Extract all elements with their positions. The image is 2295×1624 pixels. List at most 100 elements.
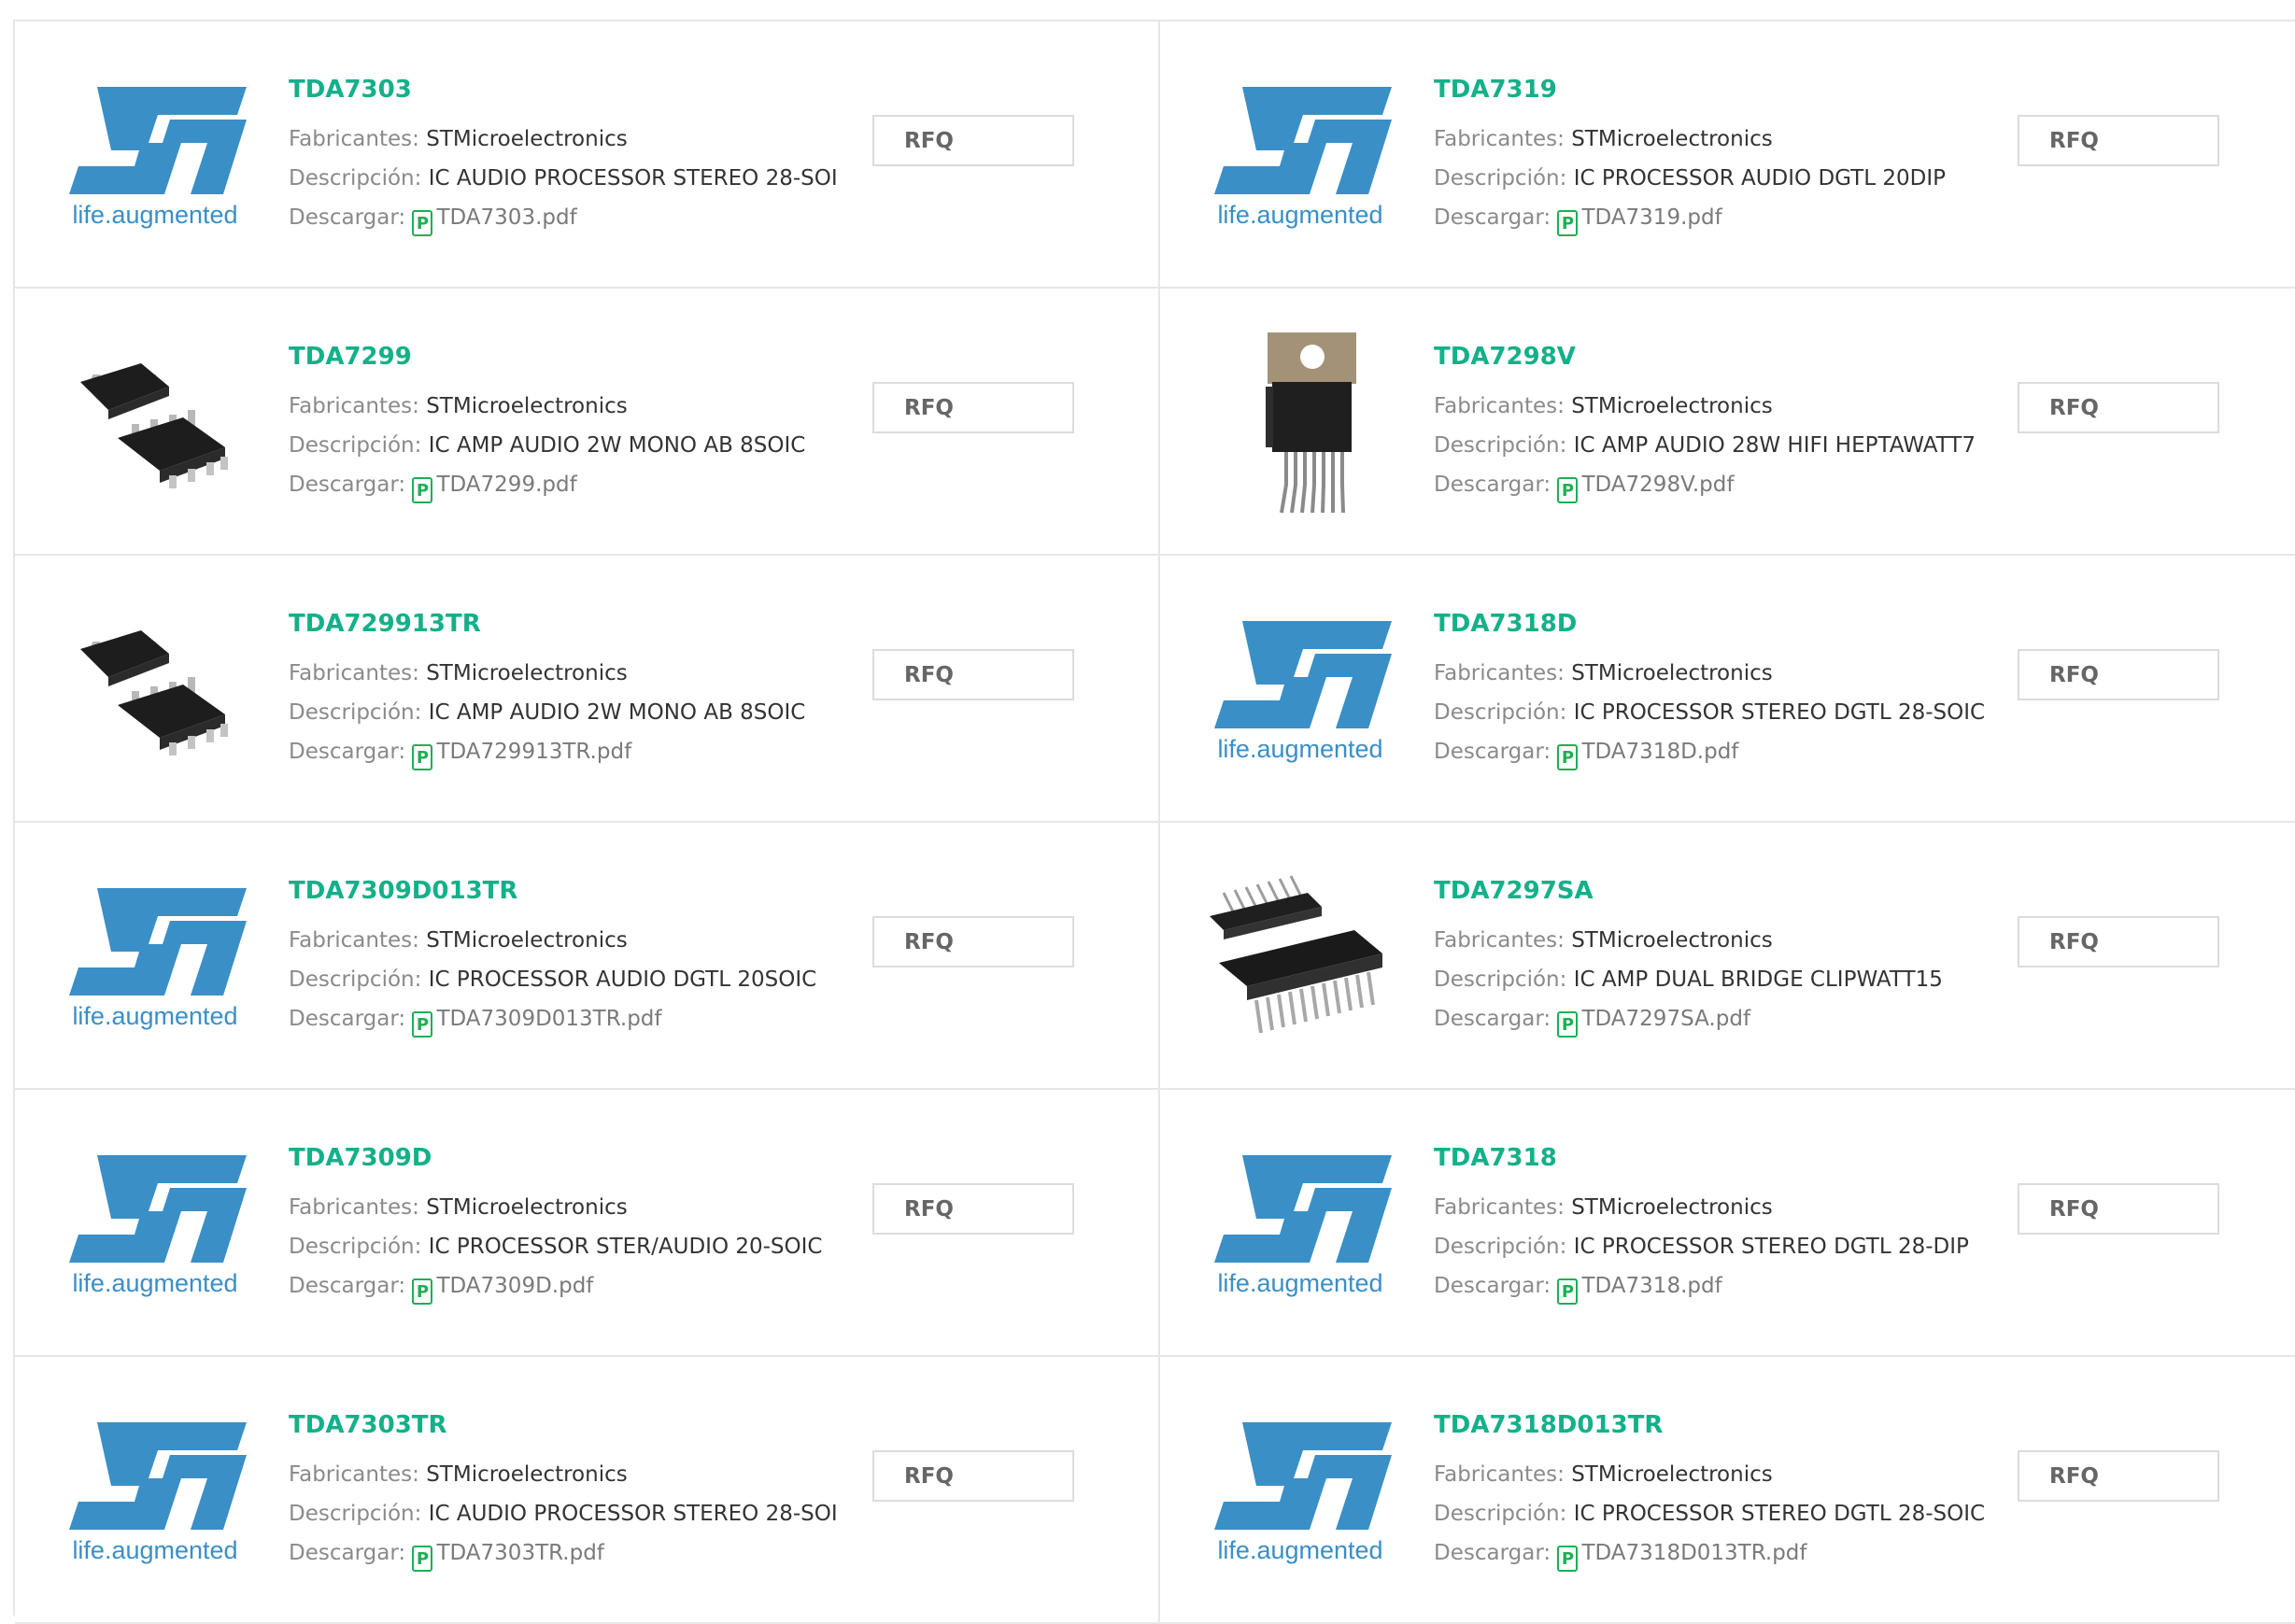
product-image[interactable]: life.augmented	[1202, 1413, 1398, 1572]
product-image[interactable]	[1202, 875, 1398, 1038]
product-image[interactable]: life.augmented	[1202, 612, 1398, 770]
pdf-download-link[interactable]: P TDA7309D.pdf	[412, 1274, 593, 1305]
product-title-link[interactable]: TDA729913TR	[289, 610, 481, 638]
description-value: IC AMP AUDIO 2W MONO AB 8SOIC	[428, 700, 806, 725]
product-title-link[interactable]: TDA7303TR	[289, 1411, 447, 1439]
product-image[interactable]	[57, 345, 253, 503]
manufacturer-label: Fabricantes:	[289, 1462, 419, 1487]
rfq-button[interactable]: RFQ	[872, 1450, 1074, 1502]
description-label: Descripción:	[289, 1235, 422, 1259]
product-card: life.augmented TDA7319 Fabricantes: STMi…	[1160, 21, 2295, 289]
pdf-icon: P	[1557, 1011, 1579, 1038]
manufacturer-line: Fabricantes: STMicroelectronics	[1434, 124, 1773, 154]
logo-tagline: life.augmented	[1217, 1536, 1383, 1564]
description-label: Descripción:	[289, 166, 422, 191]
download-label: Descargar:	[289, 1541, 406, 1565]
download-label: Descargar:	[1434, 205, 1551, 230]
rfq-button[interactable]: RFQ	[2018, 382, 2219, 433]
product-image[interactable]	[57, 612, 253, 770]
logo-tagline: life.augmented	[1217, 735, 1383, 763]
rfq-button[interactable]: RFQ	[872, 382, 1074, 433]
manufacturer-line: Fabricantes: STMicroelectronics	[289, 925, 628, 955]
pdf-download-link[interactable]: P TDA7318D.pdf	[1557, 740, 1738, 770]
pdf-download-link[interactable]: P TDA7297SA.pdf	[1557, 1007, 1750, 1038]
product-title-link[interactable]: TDA7318	[1434, 1144, 1557, 1172]
rfq-button[interactable]: RFQ	[872, 649, 1074, 700]
product-title-link[interactable]: TDA7319	[1434, 76, 1557, 104]
manufacturer-label: Fabricantes:	[1434, 928, 1565, 953]
pdf-filename: TDA7303TR.pdf	[436, 1541, 604, 1565]
description-line: Descripción: IC AMP AUDIO 2W MONO AB 8SO…	[289, 698, 805, 727]
pdf-icon: P	[412, 477, 433, 503]
st-logo: life.augmented	[1205, 1146, 1396, 1305]
manufacturer-label: Fabricantes:	[1434, 661, 1565, 685]
description-value: IC PROCESSOR STEREO DGTL 28-SOIC	[1573, 700, 1986, 725]
logo-tagline: life.augmented	[1217, 1269, 1383, 1297]
st-logo: life.augmented	[1205, 612, 1396, 770]
manufacturer-value: STMicroelectronics	[426, 928, 628, 953]
clipwatt-chip-icon	[1209, 875, 1382, 1034]
description-label: Descripción:	[1434, 166, 1567, 191]
description-line: Descripción: IC PROCESSOR STER/AUDIO 20-…	[289, 1232, 822, 1262]
product-title-link[interactable]: TDA7318D013TR	[1434, 1411, 1663, 1439]
rfq-button[interactable]: RFQ	[872, 1183, 1074, 1235]
product-grid: life.augmented TDA7303 Fabricantes: STMi…	[13, 20, 2295, 1624]
product-title-link[interactable]: TDA7309D	[289, 1144, 432, 1172]
product-image[interactable]: life.augmented	[1202, 78, 1398, 236]
manufacturer-value: STMicroelectronics	[426, 394, 628, 418]
pdf-download-link[interactable]: P TDA729913TR.pdf	[412, 740, 631, 770]
description-label: Descripción:	[1434, 1235, 1567, 1259]
description-value: IC AMP AUDIO 2W MONO AB 8SOIC	[428, 433, 806, 458]
manufacturer-label: Fabricantes:	[289, 127, 419, 151]
pdf-download-link[interactable]: P TDA7318D013TR.pdf	[1557, 1541, 1807, 1572]
product-image[interactable]: life.augmented	[57, 1413, 253, 1572]
logo-tagline: life.augmented	[72, 1269, 238, 1297]
product-image[interactable]: life.augmented	[57, 78, 253, 236]
product-title-link[interactable]: TDA7299	[289, 343, 412, 371]
heptawatt-chip-icon	[1266, 332, 1356, 514]
product-title-link[interactable]: TDA7309D013TR	[289, 877, 517, 905]
download-label: Descargar:	[1434, 740, 1551, 764]
manufacturer-value: STMicroelectronics	[426, 1462, 628, 1487]
pdf-filename: TDA7318.pdf	[1581, 1274, 1722, 1298]
pdf-download-link[interactable]: P TDA7303TR.pdf	[412, 1541, 604, 1572]
manufacturer-label: Fabricantes:	[1434, 1195, 1565, 1220]
pdf-download-link[interactable]: P TDA7298V.pdf	[1557, 473, 1734, 503]
manufacturer-label: Fabricantes:	[289, 1195, 419, 1220]
rfq-button[interactable]: RFQ	[872, 115, 1074, 166]
st-logo: life.augmented	[1205, 78, 1396, 236]
product-image[interactable]: life.augmented	[1202, 1146, 1398, 1305]
pdf-filename: TDA7318D013TR.pdf	[1581, 1541, 1807, 1565]
pdf-download-link[interactable]: P TDA7318.pdf	[1557, 1274, 1722, 1305]
product-image[interactable]: life.augmented	[57, 879, 253, 1038]
pdf-icon: P	[412, 744, 433, 770]
rfq-button[interactable]: RFQ	[2018, 649, 2219, 700]
logo-tagline: life.augmented	[72, 201, 238, 229]
product-title-link[interactable]: TDA7318D	[1434, 610, 1577, 638]
description-line: Descripción: IC AMP AUDIO 28W HIFI HEPTA…	[1434, 431, 1976, 460]
product-title-link[interactable]: TDA7298V	[1434, 343, 1576, 371]
product-image[interactable]	[1202, 332, 1398, 514]
rfq-button[interactable]: RFQ	[2018, 1450, 2219, 1502]
description-value: IC PROCESSOR AUDIO DGTL 20SOIC	[428, 967, 817, 992]
st-logo: life.augmented	[60, 1413, 251, 1572]
pdf-download-link[interactable]: P TDA7303.pdf	[412, 205, 577, 236]
description-value: IC AUDIO PROCESSOR STEREO 28-SOI	[428, 166, 838, 191]
manufacturer-line: Fabricantes: STMicroelectronics	[1434, 391, 1773, 421]
rfq-button[interactable]: RFQ	[2018, 1183, 2219, 1235]
pdf-download-link[interactable]: P TDA7299.pdf	[412, 473, 577, 503]
product-title-link[interactable]: TDA7297SA	[1434, 877, 1594, 905]
pdf-filename: TDA7303.pdf	[436, 205, 577, 230]
manufacturer-value: STMicroelectronics	[1571, 394, 1773, 418]
pdf-download-link[interactable]: P TDA7309D013TR.pdf	[412, 1007, 662, 1038]
product-card: TDA729913TR Fabricantes: STMicroelectron…	[15, 556, 1160, 823]
description-value: IC AMP AUDIO 28W HIFI HEPTAWATT7	[1573, 433, 1976, 458]
pdf-download-link[interactable]: P TDA7319.pdf	[1557, 205, 1722, 236]
product-image[interactable]: life.augmented	[57, 1146, 253, 1305]
product-title-link[interactable]: TDA7303	[289, 76, 412, 104]
pdf-icon: P	[412, 1546, 433, 1572]
manufacturer-line: Fabricantes: STMicroelectronics	[289, 1460, 628, 1490]
rfq-button[interactable]: RFQ	[2018, 916, 2219, 967]
rfq-button[interactable]: RFQ	[872, 916, 1074, 967]
rfq-button[interactable]: RFQ	[2018, 115, 2219, 166]
